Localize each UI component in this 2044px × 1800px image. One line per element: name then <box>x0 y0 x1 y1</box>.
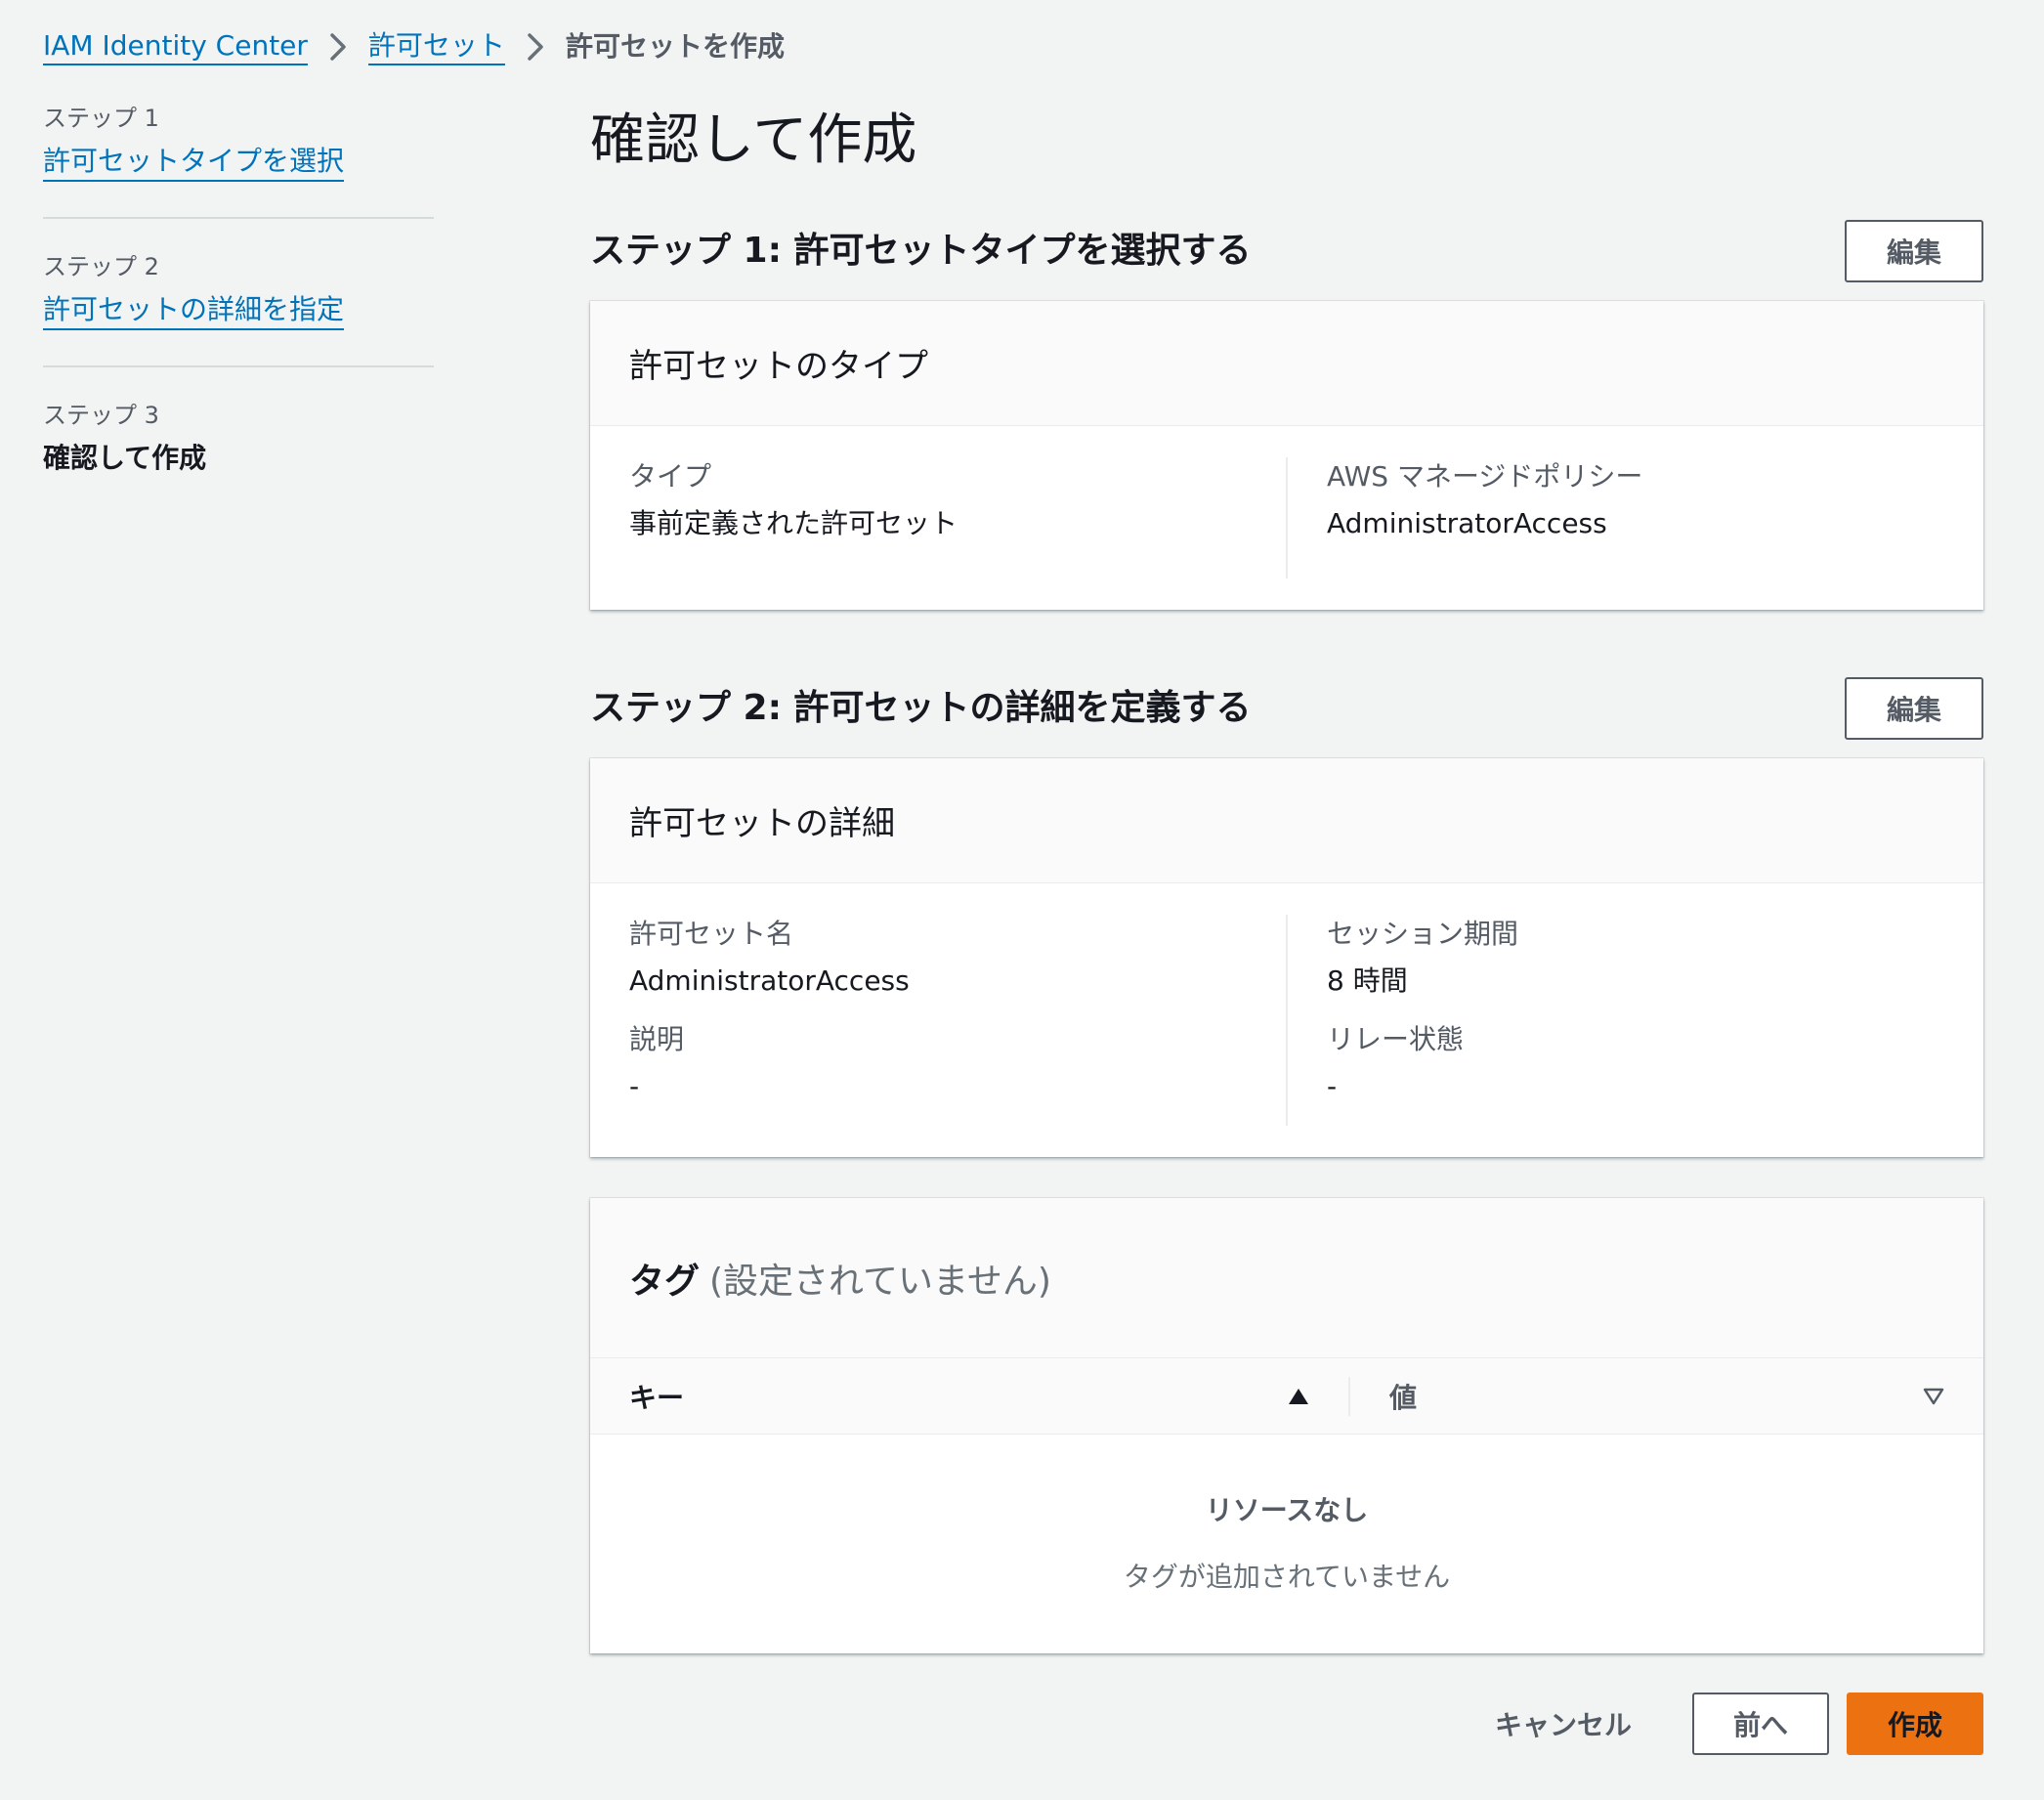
tags-table-header: キー 値 <box>590 1358 1983 1435</box>
wizard-step-2-link[interactable]: 許可セットの詳細を指定 <box>43 291 345 330</box>
column-right: AWS マネージドポリシー AdministratorAccess <box>1288 457 1944 579</box>
step-number-label: ステップ 2 <box>43 253 159 280</box>
policy-value: AdministratorAccess <box>1327 507 1607 539</box>
chevron-right-icon <box>505 32 566 62</box>
tags-title: タグ <box>629 1261 701 1302</box>
wizard-step-1: ステップ 1 許可セットタイプを選択 <box>43 102 434 182</box>
section-1-header: ステップ 1: 許可セットタイプを選択する 編集 <box>590 219 1983 283</box>
edit-step-2-button[interactable]: 編集 <box>1845 677 1983 740</box>
type-value: 事前定義された許可セット <box>629 507 958 539</box>
session-duration-field: セッション期間 8 時間 <box>1327 915 1944 1001</box>
name-label: 許可セット名 <box>629 918 794 950</box>
wizard-steps-nav: ステップ 1 許可セットタイプを選択 ステップ 2 許可セットの詳細を指定 ステ… <box>43 102 434 477</box>
session-label: セッション期間 <box>1327 918 1519 950</box>
section-1-title: ステップ 1: 許可セットタイプを選択する <box>590 231 1252 271</box>
breadcrumb: IAM Identity Center 許可セット 許可セットを作成 <box>43 27 785 66</box>
card-body: 許可セット名 AdministratorAccess 説明 - セッション期間 … <box>590 883 1983 1157</box>
type-field: タイプ 事前定義された許可セット <box>629 457 1247 543</box>
column-header-key[interactable]: キー <box>590 1358 1348 1434</box>
divider <box>43 217 434 219</box>
relay-state-field: リレー状態 - <box>1327 1020 1944 1106</box>
type-label: タイプ <box>629 460 712 493</box>
wizard-footer-actions: キャンセル 前へ 作成 <box>590 1693 1983 1755</box>
breadcrumb-link-permission-sets[interactable]: 許可セット <box>367 28 505 65</box>
column-left: タイプ 事前定義された許可セット <box>629 457 1288 579</box>
policy-field: AWS マネージドポリシー AdministratorAccess <box>1327 457 1944 543</box>
column-header-label: キー <box>629 1381 685 1414</box>
tags-card: タグ (設定されていません) キー 値 リソースなし タグが追加されていません <box>590 1198 1983 1653</box>
section-2-title: ステップ 2: 許可セットの詳細を定義する <box>590 688 1252 728</box>
wizard-step-3-current: 確認して作成 <box>43 442 207 474</box>
edit-step-1-button[interactable]: 編集 <box>1845 220 1983 282</box>
empty-state-title: リソースなし <box>1205 1494 1369 1526</box>
divider <box>43 365 434 367</box>
permission-set-name-field: 許可セット名 AdministratorAccess <box>629 915 1247 1001</box>
name-value: AdministratorAccess <box>629 964 910 997</box>
wizard-step-3: ステップ 3 確認して作成 <box>43 399 434 477</box>
permission-set-details-card: 許可セットの詳細 許可セット名 AdministratorAccess 説明 -… <box>590 758 1983 1157</box>
tags-count: (設定されていません) <box>709 1261 1051 1302</box>
step-number-label: ステップ 3 <box>43 402 159 429</box>
breadcrumb-link-iam-identity-center[interactable]: IAM Identity Center <box>43 28 308 65</box>
relay-label: リレー状態 <box>1327 1023 1465 1055</box>
section-2-header: ステップ 2: 許可セットの詳細を定義する 編集 <box>590 676 1983 741</box>
previous-button[interactable]: 前へ <box>1692 1693 1829 1755</box>
sort-ascending-icon <box>1288 1388 1309 1405</box>
column-header-label: 値 <box>1389 1381 1418 1414</box>
description-field: 説明 - <box>629 1020 1247 1106</box>
empty-state-description: タグが追加されていません <box>1123 1561 1451 1593</box>
policy-label: AWS マネージドポリシー <box>1327 460 1643 493</box>
page-title: 確認して作成 <box>590 108 917 172</box>
cancel-button[interactable]: キャンセル <box>1452 1693 1675 1755</box>
chevron-right-icon <box>308 32 368 62</box>
tags-header: タグ (設定されていません) <box>590 1198 1983 1358</box>
column-right: セッション期間 8 時間 リレー状態 - <box>1288 915 1944 1126</box>
sort-descending-icon <box>1923 1388 1944 1405</box>
session-value: 8 時間 <box>1327 964 1408 997</box>
column-header-value[interactable]: 値 <box>1348 1376 1983 1416</box>
card-header: 許可セットのタイプ <box>590 301 1983 426</box>
step-number-label: ステップ 1 <box>43 105 159 132</box>
column-left: 許可セット名 AdministratorAccess 説明 - <box>629 915 1288 1126</box>
relay-value: - <box>1327 1070 1338 1102</box>
permission-set-type-card: 許可セットのタイプ タイプ 事前定義された許可セット AWS マネージドポリシー… <box>590 301 1983 610</box>
tags-empty-state: リソースなし タグが追加されていません <box>590 1435 1983 1653</box>
create-button[interactable]: 作成 <box>1847 1693 1983 1755</box>
card-header: 許可セットの詳細 <box>590 758 1983 883</box>
card-body: タイプ 事前定義された許可セット AWS マネージドポリシー Administr… <box>590 426 1983 610</box>
description-label: 説明 <box>629 1023 685 1055</box>
wizard-step-2: ステップ 2 許可セットの詳細を指定 <box>43 250 434 330</box>
wizard-step-1-link[interactable]: 許可セットタイプを選択 <box>43 143 345 182</box>
main-content: 確認して作成 ステップ 1: 許可セットタイプを選択する 編集 許可セットのタイ… <box>590 102 1983 1755</box>
description-value: - <box>629 1070 640 1102</box>
breadcrumb-current: 許可セットを作成 <box>565 30 785 63</box>
